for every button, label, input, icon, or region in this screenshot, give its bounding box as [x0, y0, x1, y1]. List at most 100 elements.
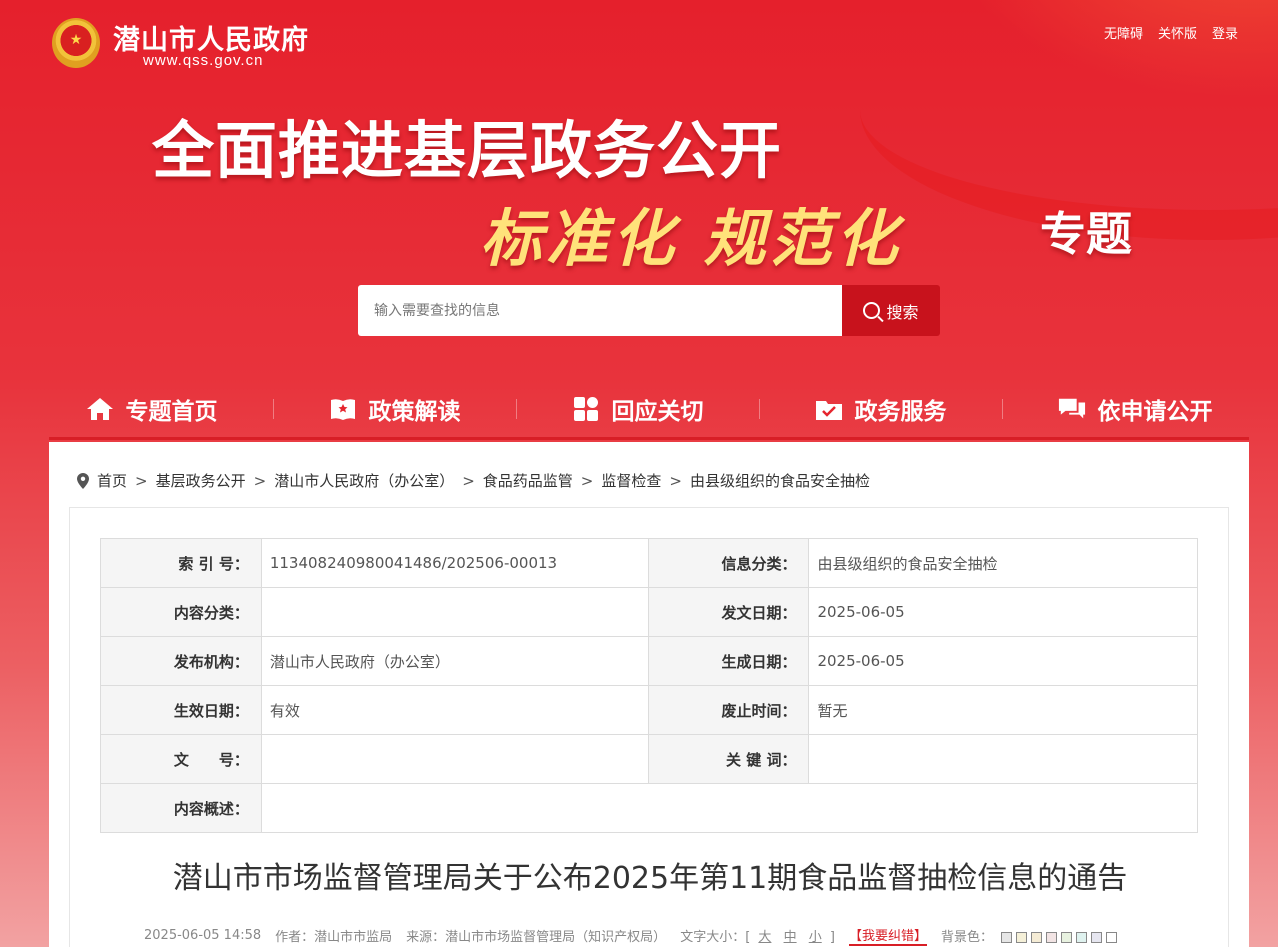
document-source: 来源：潜山市市场监督管理局（知识产权局） — [406, 930, 667, 945]
table-row: 索 引 号： 113408240980041486/202506-00013 信… — [100, 538, 1198, 588]
table-row: 生效日期： 有效 废止时间： 暂无 — [100, 685, 1198, 735]
table-row: 内容概述： — [100, 783, 1199, 833]
meta-value: 潜山市人民政府（办公室） — [260, 636, 649, 686]
meta-value: 2025-06-05 — [808, 636, 1198, 686]
meta-value: 113408240980041486/202506-00013 — [260, 538, 649, 588]
background-color-control: 背景色： — [940, 926, 1118, 945]
background-color-label: 背景色： — [940, 930, 993, 945]
font-size-large-button[interactable]: 大 — [758, 930, 771, 945]
search-input[interactable] — [358, 285, 842, 336]
meta-label: 生效日期： — [100, 685, 262, 735]
accessibility-link[interactable]: 无障碍 — [1104, 23, 1143, 42]
search-button-label: 搜索 — [886, 302, 919, 322]
nav-item-services[interactable]: 政务服务 — [797, 392, 965, 426]
book-icon — [329, 396, 357, 422]
search-icon — [863, 302, 881, 319]
document-title: 潜山市市场监督管理局关于公布2025年第11期食品监督抽检信息的通告 — [172, 861, 1128, 896]
meta-label: 文 号： — [100, 734, 262, 784]
color-swatch[interactable] — [1031, 932, 1043, 943]
breadcrumb-separator: > — [462, 471, 475, 490]
breadcrumb-separator: > — [669, 471, 682, 490]
article-panel: 索 引 号： 113408240980041486/202506-00013 信… — [69, 507, 1229, 947]
chat-icon — [1058, 396, 1086, 422]
nav-item-label: 政务服务 — [854, 398, 947, 425]
meta-label: 内容分类： — [100, 587, 262, 637]
breadcrumb-link[interactable]: 由县级组织的食品安全抽检 — [690, 470, 870, 491]
publish-datetime: 2025-06-05 14:58 — [144, 928, 262, 943]
font-size-bracket: ] — [829, 930, 835, 945]
content-card: 首页 > 基层政务公开 > 潜山市人民政府（办公室） > 食品药品监管 > 监督… — [49, 442, 1249, 947]
meta-label: 索 引 号： — [100, 538, 262, 588]
nav-item-home[interactable]: 专题首页 — [68, 392, 236, 426]
breadcrumb-separator: > — [135, 471, 148, 490]
national-emblem-icon[interactable]: ★ — [52, 18, 100, 68]
table-row: 内容分类： 发文日期： 2025-06-05 — [100, 587, 1198, 637]
meta-label: 废止时间： — [647, 685, 810, 735]
nav-item-response[interactable]: 回应关切 — [554, 392, 722, 426]
search-button[interactable]: 搜索 — [842, 285, 940, 336]
color-swatch[interactable] — [1106, 932, 1118, 943]
banner-subheadline: 标准化 规范化 — [480, 202, 902, 275]
elder-mode-link[interactable]: 关怀版 — [1158, 23, 1197, 42]
color-swatch[interactable] — [1046, 932, 1058, 943]
meta-label: 关 键 词： — [647, 734, 810, 784]
error-report-link[interactable]: 【我要纠错】 — [848, 925, 927, 946]
meta-value: 暂无 — [808, 685, 1198, 735]
meta-label: 内容概述： — [100, 783, 262, 833]
breadcrumb-link[interactable]: 基层政务公开 — [156, 470, 246, 491]
breadcrumb-link[interactable]: 监督检查 — [601, 470, 661, 491]
breadcrumb: 首页 > 基层政务公开 > 潜山市人民政府（办公室） > 食品药品监管 > 监督… — [77, 470, 870, 491]
document-info-bar: 2025-06-05 14:58 作者：潜山市市监局 来源：潜山市市场监督管理局… — [144, 925, 1118, 946]
nav-item-label: 专题首页 — [125, 398, 218, 425]
banner-headline: 全面推进基层政务公开 — [152, 114, 783, 187]
font-size-control: 文字大小：[ 大 中 小 ] — [680, 926, 835, 945]
location-pin-icon — [77, 473, 89, 489]
nav-divider — [515, 398, 517, 419]
meta-value — [260, 587, 649, 637]
breadcrumb-link[interactable]: 潜山市人民政府（办公室） — [274, 470, 454, 491]
meta-value: 2025-06-05 — [808, 587, 1198, 637]
font-size-label: 文字大小：[ — [680, 930, 751, 945]
breadcrumb-link[interactable]: 食品药品监管 — [483, 470, 573, 491]
meta-label: 发文日期： — [647, 587, 810, 637]
meta-value — [260, 783, 1199, 833]
meta-label: 发布机构： — [100, 636, 262, 686]
table-row: 发布机构： 潜山市人民政府（办公室） 生成日期： 2025-06-05 — [100, 636, 1198, 686]
metadata-table: 索 引 号： 113408240980041486/202506-00013 信… — [100, 538, 1199, 833]
meta-value — [260, 734, 649, 784]
nav-divider — [272, 398, 274, 419]
document-author: 作者：潜山市市监局 — [275, 930, 393, 945]
color-swatch[interactable] — [1091, 932, 1103, 943]
nav-divider — [758, 398, 760, 419]
site-url: www.qss.gov.cn — [143, 52, 264, 69]
nav-item-label: 政策解读 — [368, 398, 461, 425]
grid-icon — [572, 396, 600, 422]
font-size-small-button[interactable]: 小 — [809, 930, 822, 945]
meta-label: 生成日期： — [647, 636, 810, 686]
breadcrumb-link[interactable]: 首页 — [97, 470, 127, 491]
home-icon — [86, 396, 114, 422]
color-swatch[interactable] — [1001, 932, 1013, 943]
color-swatch[interactable] — [1076, 932, 1088, 943]
meta-label: 信息分类： — [647, 538, 810, 588]
top-links: 无障碍 关怀版 登录 — [1104, 23, 1238, 42]
breadcrumb-separator: > — [253, 471, 267, 490]
nav-item-label: 回应关切 — [611, 398, 704, 425]
nav-item-apply[interactable]: 依申请公开 — [1040, 392, 1231, 426]
banner-topic-label: 专题 — [1040, 207, 1132, 261]
meta-value: 由县级组织的食品安全抽检 — [808, 538, 1198, 588]
color-swatch-list — [1001, 932, 1118, 943]
color-swatch[interactable] — [1016, 932, 1028, 943]
nav-item-policy[interactable]: 政策解读 — [311, 392, 479, 426]
nav-item-label: 依申请公开 — [1097, 398, 1213, 425]
nav-divider — [1001, 398, 1003, 419]
main-nav: 专题首页 政策解读 回应关切 政务服务 依申请公开 — [49, 380, 1249, 440]
login-link[interactable]: 登录 — [1212, 23, 1238, 42]
font-size-medium-button[interactable]: 中 — [784, 930, 797, 945]
meta-value — [808, 734, 1198, 784]
breadcrumb-separator: > — [580, 471, 594, 490]
search-bar: 搜索 — [358, 285, 940, 336]
table-row: 文 号： 关 键 词： — [100, 734, 1198, 784]
folder-check-icon — [815, 396, 843, 422]
color-swatch[interactable] — [1061, 932, 1073, 943]
